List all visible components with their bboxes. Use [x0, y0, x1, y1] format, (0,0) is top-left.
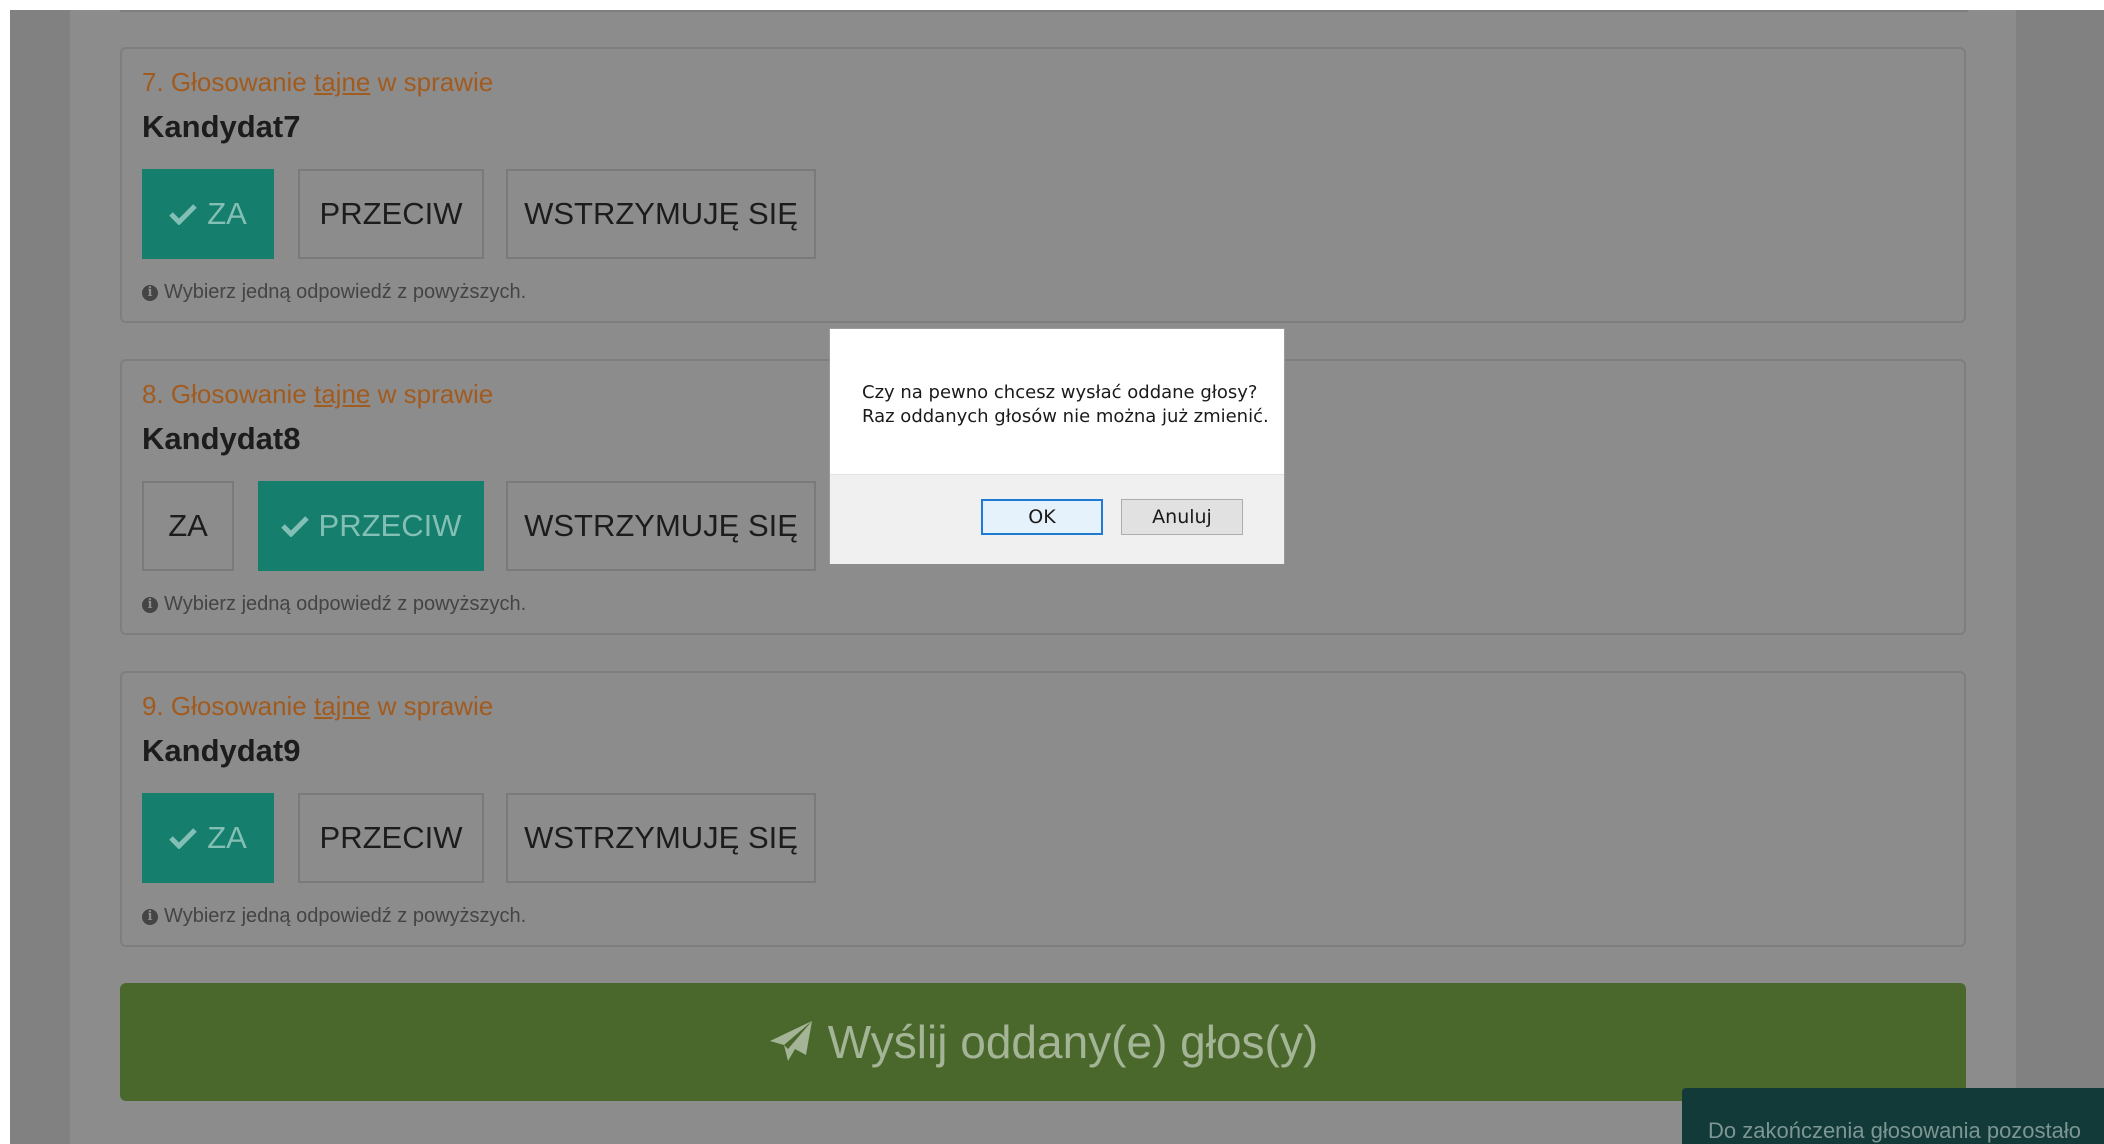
vote-za-label: ZA [207, 196, 247, 231]
heading-secret-link: tajne [314, 691, 371, 721]
previous-card-bottom [120, 10, 1968, 12]
page-gutter-left [10, 10, 70, 1144]
ballot-card-7: 7. Głosowanie tajne w sprawie Kandydat7 … [120, 47, 1966, 323]
vote-wstrzymuje-label: WSTRZYMUJĘ SIĘ [524, 820, 798, 855]
candidate-name: Kandydat7 [142, 109, 301, 144]
ballot-heading: 7. Głosowanie tajne w sprawie [142, 67, 493, 98]
ballot-heading: 8. Głosowanie tajne w sprawie [142, 379, 493, 410]
ballot-card-9: 9. Głosowanie tajne w sprawie Kandydat9 … [120, 671, 1966, 947]
dialog-message-line2: Raz oddanych głosów nie można już zmieni… [862, 406, 1269, 427]
vote-za-button[interactable]: ZA [142, 793, 274, 883]
vote-przeciw-label: PRZECIW [318, 508, 462, 543]
vote-wstrzymuje-label: WSTRZYMUJĘ SIĘ [524, 196, 798, 231]
vote-wstrzymuje-button[interactable]: WSTRZYMUJĘ SIĘ [506, 169, 816, 259]
window-edge [0, 0, 10, 1144]
countdown-toast: Do zakończenia głosowania pozostało [1682, 1088, 2104, 1144]
cancel-button[interactable]: Anuluj [1121, 499, 1243, 535]
vote-wstrzymuje-button[interactable]: WSTRZYMUJĘ SIĘ [506, 793, 816, 883]
vote-przeciw-button[interactable]: PRZECIW [298, 169, 484, 259]
submit-votes-button[interactable]: Wyślij oddany(e) głos(y) [120, 983, 1966, 1101]
vote-za-label: ZA [168, 508, 208, 543]
page-gutter-right [2016, 10, 2104, 1144]
check-icon [169, 827, 197, 849]
heading-prefix: 7. Głosowanie [142, 67, 307, 97]
vote-przeciw-button[interactable]: PRZECIW [298, 793, 484, 883]
vote-wstrzymuje-button[interactable]: WSTRZYMUJĘ SIĘ [506, 481, 816, 571]
dialog-footer: OK Anuluj [830, 474, 1284, 564]
ok-button[interactable]: OK [981, 499, 1103, 535]
heading-prefix: 9. Głosowanie [142, 691, 307, 721]
vote-przeciw-button[interactable]: PRZECIW [258, 481, 484, 571]
ballot-heading: 9. Głosowanie tajne w sprawie [142, 691, 493, 722]
ballot-hint: i Wybierz jedną odpowiedź z powyższych. [142, 281, 526, 304]
heading-suffix: w sprawie [377, 379, 494, 409]
window-top-edge [10, 0, 2104, 10]
heading-secret-link: tajne [314, 67, 371, 97]
hint-text: Wybierz jedną odpowiedź z powyższych. [164, 905, 527, 927]
vote-przeciw-label: PRZECIW [319, 196, 463, 231]
vote-za-button[interactable]: ZA [142, 169, 274, 259]
submit-label: Wyślij oddany(e) głos(y) [827, 1016, 1319, 1068]
ballot-hint: i Wybierz jedną odpowiedź z powyższych. [142, 593, 526, 616]
heading-suffix: w sprawie [377, 691, 494, 721]
vote-wstrzymuje-label: WSTRZYMUJĘ SIĘ [524, 508, 798, 543]
vote-za-label: ZA [207, 820, 247, 855]
candidate-name: Kandydat9 [142, 733, 301, 768]
hint-text: Wybierz jedną odpowiedź z powyższych. [164, 281, 527, 303]
check-icon [169, 203, 197, 225]
heading-prefix: 8. Głosowanie [142, 379, 307, 409]
heading-secret-link: tajne [314, 379, 371, 409]
ballot-hint: i Wybierz jedną odpowiedź z powyższych. [142, 905, 526, 928]
vote-przeciw-label: PRZECIW [319, 820, 463, 855]
hint-text: Wybierz jedną odpowiedź z powyższych. [164, 593, 527, 615]
heading-suffix: w sprawie [377, 67, 494, 97]
dialog-message: Czy na pewno chcesz wysłać oddane głosy?… [862, 381, 1269, 429]
candidate-name: Kandydat8 [142, 421, 301, 456]
paper-plane-icon [768, 1019, 814, 1065]
info-icon: i [142, 908, 158, 925]
dialog-message-line1: Czy na pewno chcesz wysłać oddane głosy? [862, 382, 1258, 403]
info-icon: i [142, 596, 158, 613]
confirm-dialog: Czy na pewno chcesz wysłać oddane głosy?… [829, 328, 1285, 564]
info-icon: i [142, 284, 158, 301]
countdown-text: Do zakończenia głosowania pozostało [1708, 1118, 2082, 1143]
check-icon [280, 515, 309, 537]
vote-za-button[interactable]: ZA [142, 481, 234, 571]
